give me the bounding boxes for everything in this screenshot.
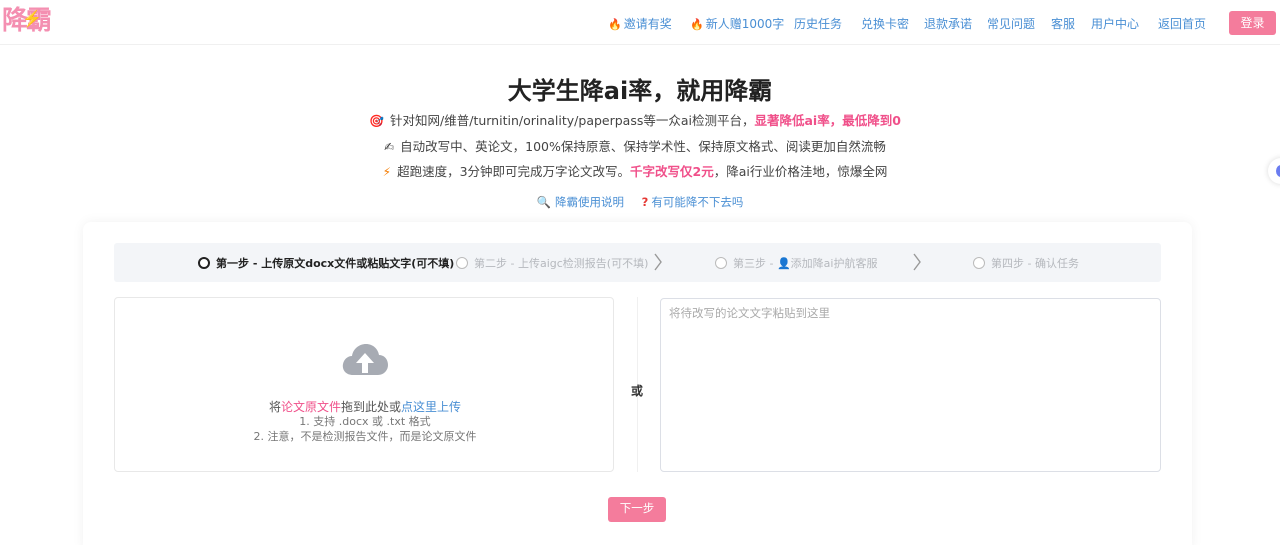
upload-dropzone[interactable]: 将论文原文件拖到此处或点这里上传 1. 支持 .docx 或 .txt 格式 2… [114, 297, 614, 472]
step-3: 第三步 - 👤添加降ai护航客服 [715, 255, 877, 271]
chevron-right-icon [654, 253, 662, 271]
guide-link[interactable]: 🔍 降霸使用说明 [537, 195, 624, 209]
lightning-icon: ⚡ [22, 9, 42, 28]
person-icon: 👤 [776, 257, 791, 270]
or-label: 或 [631, 384, 644, 398]
fire-icon: 🔥 [608, 18, 622, 31]
nav-customer-service[interactable]: 客服 [1051, 15, 1075, 32]
fire-icon: 🔥 [690, 18, 704, 31]
nav-back-home[interactable]: 返回首页 [1158, 15, 1206, 32]
nav-faq[interactable]: 常见问题 [987, 15, 1035, 32]
step-circle-icon [198, 257, 210, 269]
step-2: 第二步 - 上传aigc检测报告(可不填) [456, 255, 648, 271]
helper-icon [1276, 165, 1280, 177]
target-icon: 🎯 [369, 114, 385, 128]
login-button[interactable]: 登录 [1229, 11, 1276, 35]
step-circle-icon [973, 257, 985, 269]
next-step-button[interactable]: 下一步 [608, 497, 666, 522]
step-4: 第四步 - 确认任务 [973, 255, 1079, 271]
lightning-icon: ⚡ [382, 165, 392, 179]
logo[interactable]: 降霸 ⚡ [2, 4, 52, 38]
steps-bar: 第一步 - 上传原文docx文件或粘贴文字(可不填) 第二步 - 上传aigc检… [114, 243, 1161, 282]
cloud-upload-icon [342, 344, 388, 375]
nav-refund-promise[interactable]: 退款承诺 [924, 15, 972, 32]
nav-redeem-card[interactable]: 兑换卡密 [861, 15, 909, 32]
top-header: 降霸 ⚡ 🔥 邀请有奖 🔥 新人赠1000字 历史任务 兑换卡密 退款承诺 常见问题… [0, 0, 1280, 45]
click-upload-link[interactable]: 点这里上传 [401, 400, 461, 414]
nav-invite[interactable]: 🔥 邀请有奖 [608, 15, 672, 32]
step-circle-icon [456, 257, 468, 269]
feature-line-3: ⚡ 超跑速度，3分钟即可完成万字论文改写。千字改写仅2元，降ai行业价格洼地，惊爆… [382, 164, 888, 179]
nav-new-user-gift[interactable]: 🔥 新人赠1000字 [690, 15, 784, 32]
step-1: 第一步 - 上传原文docx文件或粘贴文字(可不填) [198, 255, 454, 271]
help-links: 🔍 降霸使用说明 ? 有可能降不下去吗 [0, 194, 1280, 210]
chevron-right-icon [913, 253, 921, 271]
nav-user-center[interactable]: 用户中心 [1091, 15, 1139, 32]
question-mark-icon: ? [641, 195, 649, 209]
magnifier-icon: 🔍 [536, 195, 551, 209]
faq-link[interactable]: ? 有可能降不下去吗 [642, 195, 744, 209]
upload-hint-1: 1. 支持 .docx 或 .txt 格式 [299, 415, 431, 428]
feature-line-2: ✍ 自动改写中、英论文，100%保持原意、保持学术性、保持原文格式、阅读更加自然流… [384, 139, 886, 154]
page-title: 大学生降ai率，就用降霸 [507, 77, 773, 105]
paste-text-input[interactable] [660, 298, 1161, 472]
nav-history-tasks[interactable]: 历史任务 [794, 15, 842, 32]
step-circle-icon [715, 257, 727, 269]
writing-hand-icon: ✍ [384, 140, 395, 154]
upload-hint-2: 2. 注意，不是检测报告文件，而是论文原文件 [253, 430, 477, 443]
feature-line-1: 🎯 针对知网/维普/turnitin/orinality/paperpass等一众… [369, 113, 901, 128]
